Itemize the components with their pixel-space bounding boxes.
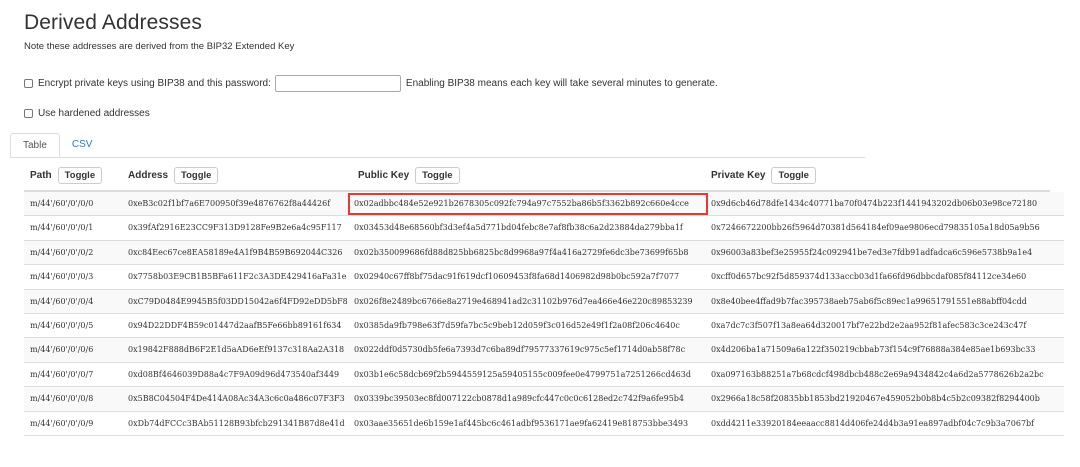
hardened-row: Use hardened addresses: [24, 108, 150, 119]
private-key-cell: 0xdd4211e33920184eeaacc8814d406fe24d4b3a…: [711, 418, 1035, 428]
path-cell: m/44'/60'/0'/0/3: [30, 272, 94, 282]
path-cell: m/44'/60'/0'/0/1: [30, 223, 94, 233]
address-cell: 0x7758b03E9CB1B5BFa611F2c3A3DE429416aFa3…: [128, 272, 347, 282]
column-address-label: Address: [128, 169, 169, 181]
table-row: m/44'/60'/0'/0/3 0x7758b03E9CB1B5BFa611F2…: [24, 265, 1064, 290]
tab-table[interactable]: Table: [10, 133, 60, 157]
private-key-cell: 0x96003a83bef3e25955f24c092941be7ed3e7fd…: [711, 247, 1033, 257]
toggle-public-key-button[interactable]: Toggle: [415, 166, 460, 184]
view-tabs: Table CSV: [10, 133, 865, 158]
public-key-cell: 0x03aae35651de6b159e1af445bc6c461adbf953…: [354, 418, 689, 428]
path-cell: m/44'/60'/0'/0/8: [30, 394, 94, 404]
bip38-row: Encrypt private keys using BIP38 and thi…: [24, 75, 718, 92]
private-key-cell: 0x9d6cb46d78dfe1434c40771ba70f0474b223f1…: [711, 199, 1038, 208]
public-key-cell: 0x02940c67ff8bf75dac91f619dcf10609453f8f…: [354, 272, 680, 282]
address-cell: 0x5B8C04504F4De414A08Ac34A3c6c0a486c07F3…: [128, 394, 345, 404]
addresses-table-body: m/44'/60'/0'/0/0 0xeB3c02f1bf7a6E700950f3…: [24, 192, 1064, 436]
page-title: Derived Addresses: [24, 11, 202, 34]
bip38-hint: Enabling BIP38 means each key will take …: [405, 78, 718, 89]
path-cell: m/44'/60'/0'/0/2: [30, 247, 94, 257]
address-cell: 0x19842F888dB6F2E1d5aAD6eEf9137c318Aa2A3…: [128, 345, 345, 355]
column-public-key-label: Public Key: [358, 169, 410, 181]
public-key-cell: 0x0339bc39503ec8fd007122cb0878d1a989cfc4…: [354, 394, 685, 404]
bip38-label: Encrypt private keys using BIP38 and thi…: [38, 78, 271, 89]
header-section: Derived Addresses Note these addresses a…: [24, 10, 1056, 52]
column-path-header: Path Toggle: [30, 161, 103, 189]
page-note: Note these addresses are derived from th…: [24, 41, 295, 52]
private-key-cell: 0x7246672200bb26f5964d70381d564184ef09ae…: [711, 223, 1040, 233]
bip38-checkbox[interactable]: [24, 79, 33, 88]
private-key-cell: 0xcff0d657bc92f5d859374d133accb03d1fa66f…: [711, 272, 1027, 282]
public-key-cell: 0x026f8e2489bc6766e8a2719e468941ad2c3110…: [354, 296, 693, 306]
public-key-cell: 0x03b1e6c58dcb69f2b5944559125a59405155c0…: [354, 369, 691, 379]
private-key-cell: 0x2966a18c58f20835bb1853bd21920467e45905…: [711, 394, 1040, 404]
toggle-path-button[interactable]: Toggle: [57, 166, 103, 184]
private-key-cell: 0x8e40bee4ffad9b7fac395738aeb75ab6f5c89e…: [711, 296, 1027, 306]
column-private-key-header: Private Key Toggle: [711, 161, 816, 189]
path-cell: m/44'/60'/0'/0/6: [30, 345, 94, 355]
address-cell: 0x94D22DDF4B59c01447d2aafB5Fe66bb89161f6…: [128, 320, 342, 330]
path-cell: m/44'/60'/0'/0/7: [30, 369, 94, 379]
column-address-header: Address Toggle: [128, 161, 219, 189]
table-row: m/44'/60'/0'/0/4 0xC79D0484E9945B5f03DD15…: [24, 289, 1064, 314]
address-cell: 0xd08Bf4646039D88a4c7F9A09d96d473540af34…: [128, 369, 340, 379]
table-row: m/44'/60'/0'/0/1 0x39fAf2916E23CC9F313D91…: [24, 216, 1064, 241]
public-key-cell: 0x02b350099686fd88d825bb6825bc8d9968a97f…: [354, 247, 689, 257]
hardened-checkbox[interactable]: [24, 109, 33, 118]
column-private-key-label: Private Key: [711, 169, 766, 181]
toggle-private-key-button[interactable]: Toggle: [771, 166, 816, 184]
private-key-cell: 0x4d206ba1a71509a6a122f350219cbbab73f154…: [711, 345, 1036, 355]
private-key-cell: 0xa097163b88251a7b68cdcf498dbcb488c2e69a…: [711, 369, 1044, 379]
address-cell: 0xDb74dFCCc3BAb51128B93bfcb291341B87d8e4…: [128, 418, 345, 428]
path-cell: m/44'/60'/0'/0/9: [30, 418, 94, 428]
public-key-cell: 0x022ddf0d5730db5fe6a7393d7c6ba89df79577…: [354, 345, 686, 355]
public-key-cell: 0x03453d48e68560bf3d3ef4a5d771bd04febc8e…: [354, 223, 683, 233]
highlight-box: [348, 193, 708, 215]
bip38-password-input[interactable]: [274, 75, 401, 92]
column-path-label: Path: [30, 169, 52, 181]
column-public-key-header: Public Key Toggle: [358, 161, 460, 189]
tab-csv[interactable]: CSV: [60, 133, 105, 157]
table-row: m/44'/60'/0'/0/6 0x19842F888dB6F2E1d5aAD6…: [24, 338, 1064, 363]
table-row: m/44'/60'/0'/0/2 0xc84Eec67ce8EA58189e4A1…: [24, 240, 1064, 266]
table-row: m/44'/60'/0'/0/5 0x94D22DDF4B59c01447d2aa…: [24, 314, 1064, 339]
table-row: m/44'/60'/0'/0/8 0x5B8C04504F4De414A08Ac3…: [24, 387, 1064, 412]
path-cell: m/44'/60'/0'/0/5: [30, 320, 94, 330]
path-cell: m/44'/60'/0'/0/0: [30, 199, 94, 208]
address-cell: 0x39fAf2916E23CC9F313D9128Fe9B2e6a4c95F1…: [128, 223, 342, 233]
address-cell: 0xc84Eec67ce8EA58189e4A1f9B4B59B692044C3…: [128, 247, 343, 257]
address-cell: 0xeB3c02f1bf7a6E700950f39e4876762f8a4442…: [128, 199, 331, 208]
address-cell: 0xC79D0484E9945B5f03DD15042a6f4FD92eDD5b…: [128, 296, 348, 306]
public-key-cell: 0x0385da9fb798e63f7d59fa7bc5c9beb12d059f…: [354, 320, 680, 330]
table-row: m/44'/60'/0'/0/9 0xDb74dFCCc3BAb51128B93b…: [24, 412, 1064, 436]
private-key-cell: 0xa7dc7c3f507f13a8ea64d320017bf7e22bd2e2…: [711, 320, 1027, 330]
toggle-address-button[interactable]: Toggle: [174, 166, 219, 184]
table-row: m/44'/60'/0'/0/7 0xd08Bf4646039D88a4c7F9A…: [24, 363, 1064, 388]
hardened-label: Use hardened addresses: [38, 108, 150, 119]
path-cell: m/44'/60'/0'/0/4: [30, 296, 94, 306]
